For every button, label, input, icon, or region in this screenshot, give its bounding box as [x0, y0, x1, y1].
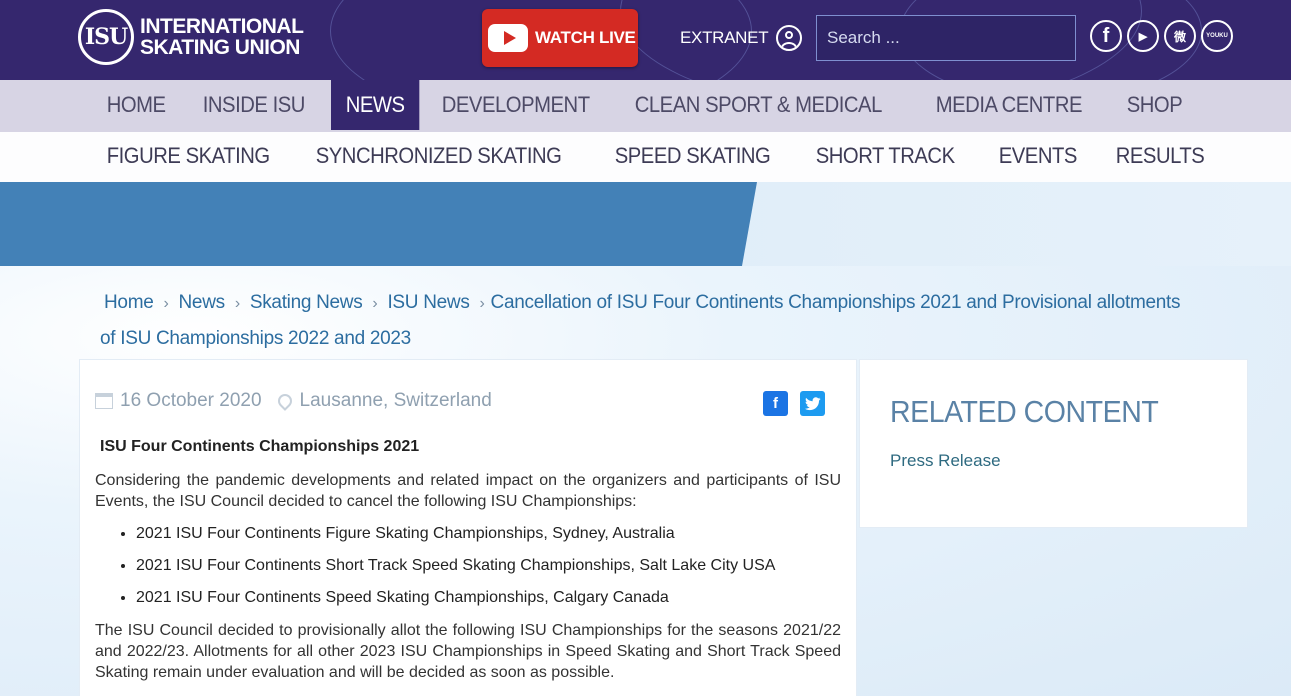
- article-location: Lausanne, Switzerland: [299, 390, 492, 411]
- isu-logo[interactable]: ISU INTERNATIONAL SKATING UNION: [78, 7, 304, 67]
- nav-news[interactable]: NEWS: [331, 80, 420, 130]
- list-item: 2021 ISU Four Continents Speed Skating C…: [136, 588, 775, 620]
- nav-development[interactable]: DEVELOPMENT: [427, 80, 604, 130]
- nav-shop[interactable]: SHOP: [1112, 80, 1197, 130]
- share-facebook-icon[interactable]: f: [763, 391, 788, 416]
- article-meta: 16 October 2020 Lausanne, Switzerland: [95, 390, 492, 412]
- related-content-panel: RELATED CONTENT Press Release: [859, 359, 1248, 528]
- calendar-icon: [95, 393, 113, 409]
- press-release-link[interactable]: Press Release: [890, 451, 1001, 471]
- chevron-right-icon: ›: [479, 295, 485, 312]
- discipline-navigation: FIGURE SKATING SYNCHRONIZED SKATING SPEE…: [0, 132, 1291, 182]
- page-banner: [0, 182, 1291, 266]
- watch-live-label: WATCH LIVE: [535, 28, 636, 47]
- twitter-bird-icon: [804, 396, 820, 410]
- chevron-right-icon: ›: [234, 295, 240, 312]
- subnav-short-track[interactable]: SHORT TRACK: [801, 132, 969, 182]
- nav-media-centre[interactable]: MEDIA CENTRE: [921, 80, 1097, 130]
- chevron-right-icon: ›: [163, 295, 169, 312]
- extranet-link[interactable]: EXTRANET: [680, 22, 803, 54]
- article-heading: ISU Four Continents Championships 2021: [100, 438, 420, 455]
- main-navigation: HOME INSIDE ISU NEWS DEVELOPMENT CLEAN S…: [0, 80, 1291, 132]
- youku-glyph: YOUKU: [1206, 33, 1228, 39]
- top-header: ISU INTERNATIONAL SKATING UNION WATCH LI…: [0, 0, 1291, 80]
- article-intro: Considering the pandemic developments an…: [95, 472, 841, 510]
- nav-inside-isu[interactable]: INSIDE ISU: [188, 80, 320, 130]
- article-panel: 16 October 2020 Lausanne, Switzerland f …: [79, 359, 857, 696]
- user-icon: [776, 25, 803, 51]
- breadcrumb-isu-news[interactable]: ISU News: [383, 292, 473, 313]
- social-links: f ▶ 微 YOUKU: [1090, 20, 1233, 52]
- weibo-glyph: 微: [1173, 29, 1186, 44]
- youtube-icon[interactable]: ▶: [1127, 20, 1159, 52]
- share-twitter-icon[interactable]: [800, 391, 825, 416]
- logo-line-2: SKATING UNION: [140, 36, 300, 59]
- cancelled-events-list: 2021 ISU Four Continents Figure Skating …: [118, 524, 775, 620]
- nav-home[interactable]: HOME: [92, 80, 180, 130]
- article-date: 16 October 2020: [120, 390, 262, 411]
- isu-logo-mark: ISU: [78, 9, 134, 65]
- related-content-title: RELATED CONTENT: [890, 394, 1159, 429]
- youtube-play-icon: [488, 24, 528, 52]
- logo-line-1: INTERNATIONAL: [140, 15, 304, 38]
- chevron-right-icon: ›: [372, 295, 378, 312]
- watch-live-button[interactable]: WATCH LIVE: [482, 9, 638, 67]
- list-item: 2021 ISU Four Continents Figure Skating …: [136, 524, 775, 556]
- share-buttons: f: [763, 391, 825, 416]
- youtube-glyph: ▶: [1138, 30, 1148, 43]
- subnav-speed-skating[interactable]: SPEED SKATING: [600, 132, 785, 182]
- share-facebook-glyph: f: [773, 395, 778, 412]
- breadcrumb: Home › News › Skating News › ISU News › Cancella…: [100, 285, 1200, 356]
- breadcrumb-news[interactable]: News: [175, 292, 229, 313]
- youku-icon[interactable]: YOUKU: [1201, 20, 1233, 52]
- facebook-icon[interactable]: f: [1090, 20, 1122, 52]
- location-pin-icon: [274, 391, 295, 411]
- isu-logo-text: INTERNATIONAL SKATING UNION: [140, 15, 304, 59]
- facebook-glyph: f: [1102, 24, 1110, 47]
- subnav-events[interactable]: EVENTS: [984, 132, 1092, 182]
- extranet-label: EXTRANET: [680, 28, 769, 47]
- search-input[interactable]: [816, 15, 1076, 61]
- breadcrumb-home[interactable]: Home: [100, 292, 157, 313]
- article-allotment-paragraph: The ISU Council decided to provisionally…: [95, 622, 841, 681]
- nav-clean-sport-medical[interactable]: CLEAN SPORT & MEDICAL: [620, 80, 897, 130]
- weibo-icon[interactable]: 微: [1164, 20, 1196, 52]
- breadcrumb-skating-news[interactable]: Skating News: [246, 292, 367, 313]
- list-item: 2021 ISU Four Continents Short Track Spe…: [136, 556, 775, 588]
- subnav-figure-skating[interactable]: FIGURE SKATING: [92, 132, 284, 182]
- subnav-results[interactable]: RESULTS: [1101, 132, 1219, 182]
- banner-graphic: [0, 182, 1291, 266]
- subnav-synchronized-skating[interactable]: SYNCHRONIZED SKATING: [301, 132, 576, 182]
